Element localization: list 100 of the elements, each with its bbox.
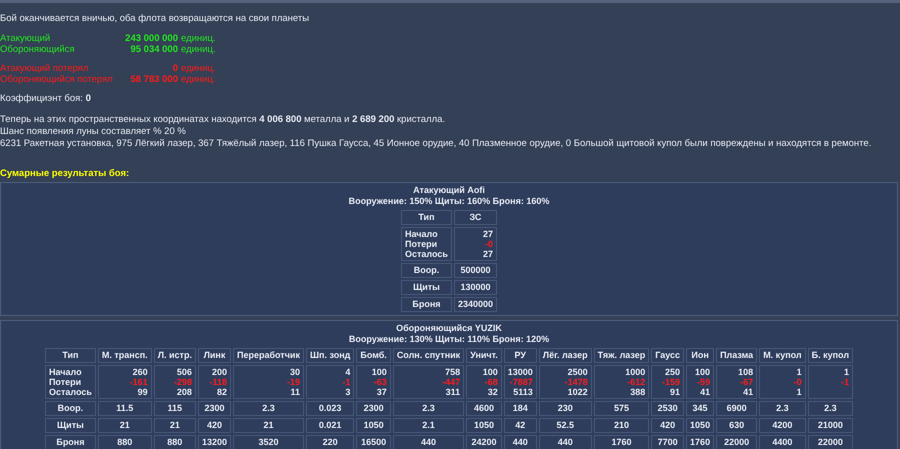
units-label: единиц. (181, 44, 216, 55)
table-cell: Начало Потери Осталось (44, 365, 96, 399)
table-cell: 4400 (759, 435, 806, 449)
battle-result-text: Бой оканчивается вничью, оба флота возвращаются на свои планеты (0, 13, 310, 25)
table-header-cell: Б. купол (808, 348, 854, 363)
fleet-label: Атакующий (0, 33, 52, 44)
table-cell: 21 (154, 418, 196, 433)
table-cell: 13200 (198, 435, 231, 449)
table-header-cell: Солн. спутник (392, 348, 464, 363)
table-cell: 115 (154, 401, 196, 416)
fleet-label: Атакующий потерял (0, 63, 90, 74)
table-header-cell: М. трансп. (98, 348, 152, 363)
table-cell: 2340000 (454, 297, 497, 312)
table-cell: 0.021 (306, 418, 354, 433)
table-cell: 7700 (651, 435, 684, 449)
table-cell: 880 (98, 435, 152, 449)
table-cell: 420 (651, 418, 684, 433)
table-cell: 30 -19 11 (232, 365, 304, 399)
fleet-label: Обороняющийся потерял (0, 74, 114, 85)
table-cell: 2.3 (759, 401, 806, 416)
table-header-cell: Тип (401, 210, 452, 225)
table-header-cell: Щиты (401, 280, 452, 295)
fleet-title: Атакующий Aofi (413, 185, 485, 196)
fleet-title: Обороняющийся YUZIK (396, 323, 502, 334)
table-cell: 440 (504, 435, 537, 449)
table-cell: 200 -118 82 (198, 365, 231, 399)
table-header-cell: Бомб. (356, 348, 391, 363)
table-cell: 42 (504, 418, 537, 433)
table-cell: 11.5 (98, 401, 152, 416)
table-cell: 345 (686, 401, 714, 416)
table-cell: 506 -298 208 (154, 365, 196, 399)
table-cell: 230 (538, 401, 592, 416)
table-cell: 16500 (356, 435, 391, 449)
table-cell: 100 -63 37 (356, 365, 391, 399)
table-header-cell: Плазма (716, 348, 758, 363)
table-cell: 1050 (356, 418, 391, 433)
table-header-cell: М. купол (759, 348, 806, 363)
table-cell: 22000 (808, 435, 854, 449)
table-header-cell: Ион (686, 348, 714, 363)
units-label: единиц. (181, 74, 216, 85)
summary-title: Сумарные результаты боя: (0, 168, 130, 180)
units-value: 0 (172, 63, 178, 74)
table-header-cell: Уничт. (466, 348, 502, 363)
table-cell: 22000 (716, 435, 758, 449)
table-header-cell: Тип (44, 348, 96, 363)
table-header-cell: Л. истр. (154, 348, 196, 363)
table-cell: 21000 (808, 418, 854, 433)
table-header-cell: РУ (504, 348, 537, 363)
table-header-cell: Переработчик (232, 348, 304, 363)
table-header-cell: Шп. зонд (306, 348, 354, 363)
table-header-cell: Броня (44, 435, 96, 449)
table-cell: 2300 (356, 401, 391, 416)
table-header-cell: Лёг. лазер (538, 348, 592, 363)
table-cell: 4200 (759, 418, 806, 433)
table-cell: 130000 (454, 280, 497, 295)
table-cell: 13000 -7887 5113 (504, 365, 537, 399)
table-cell: 220 (306, 435, 354, 449)
table-cell: 1050 (686, 418, 714, 433)
fleet-label: Обороняющийся (0, 44, 76, 55)
table-cell: 2.1 (392, 418, 464, 433)
repair-text: 6231 Ракетная установка, 975 Лёгкий лазер, 367 Тяжёлый лазер, 116 Пушка Гаусса, 45 Ионное орудие, 40 Плазменное орудие, 0 Большой щитовой купол были повреждены и находятся в ремонте. (0, 138, 872, 150)
table-cell: 21 (98, 418, 152, 433)
table-cell: 108 -67 41 (716, 365, 758, 399)
table-cell: 2.3 (392, 401, 464, 416)
table-cell: 1760 (686, 435, 714, 449)
debris-text: Теперь на этих пространственных координатах находится 4 006 800 металла и 2 689 200 кристалла. (0, 114, 446, 126)
table-cell: 0.023 (306, 401, 354, 416)
table-cell: 2.3 (808, 401, 854, 416)
table-cell: 260 -161 99 (98, 365, 152, 399)
table-cell: 1 -0 1 (759, 365, 806, 399)
table-cell: 420 (198, 418, 231, 433)
table-cell: 100 -59 41 (686, 365, 714, 399)
table-cell: 3520 (232, 435, 304, 449)
table-cell: 758 -447 311 (392, 365, 464, 399)
coefficient-label: Коэффициэнт боя: (0, 93, 83, 104)
fleet-tech-text: Вооружение: 130% Щиты: 110% Броня: 120% (348, 334, 550, 345)
table-cell: 4600 (466, 401, 502, 416)
table-cell: 1000 -612 388 (594, 365, 650, 399)
table-cell: 24200 (466, 435, 502, 449)
table-cell: 2500 -1478 1022 (538, 365, 592, 399)
table-cell: 2530 (651, 401, 684, 416)
fleet-tech-text: Вооружение: 150% Щиты: 160% Броня: 160% (348, 196, 550, 207)
table-cell: 100 -68 32 (466, 365, 502, 399)
table-cell: 2300 (198, 401, 231, 416)
units-value: 95 034 000 (129, 44, 178, 55)
table-header-cell: Щиты (44, 418, 96, 433)
table-cell: Начало Потери Осталось (401, 227, 452, 261)
table-header-cell: Броня (401, 297, 452, 312)
table-cell: 630 (716, 418, 758, 433)
table-header-cell: Гаусс (651, 348, 684, 363)
units-value: 58 783 000 (129, 74, 178, 85)
table-cell: 4 -1 3 (306, 365, 354, 399)
units-label: единиц. (181, 33, 216, 44)
table-cell: 880 (154, 435, 196, 449)
table-header-cell: ЗС (454, 210, 497, 225)
table-cell: 21 (232, 418, 304, 433)
table-cell: 440 (538, 435, 592, 449)
table-cell: 250 -159 91 (651, 365, 684, 399)
table-header-cell: Тяж. лазер (594, 348, 650, 363)
units-value: 243 000 000 (124, 33, 178, 44)
